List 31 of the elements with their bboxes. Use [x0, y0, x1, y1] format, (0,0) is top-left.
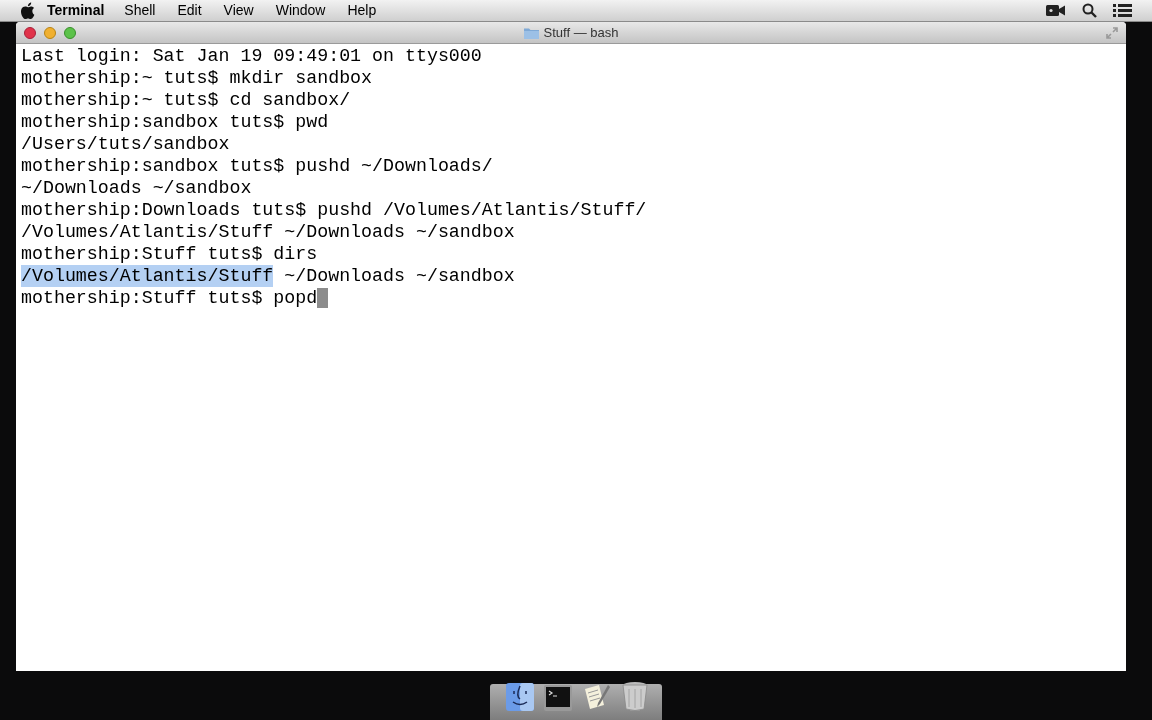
document-pen-icon[interactable]	[582, 683, 612, 711]
zoom-button[interactable]	[64, 26, 76, 39]
terminal-line: mothership:~ tuts$ cd sandbox/	[21, 89, 351, 111]
trash-icon[interactable]	[622, 681, 648, 711]
menu-app-name[interactable]: Terminal	[47, 0, 105, 21]
menu-item[interactable]: View	[223, 0, 254, 21]
terminal-line: mothership:~ tuts$ mkdir sandbox	[21, 67, 373, 89]
terminal-line: mothership:Downloads tuts$ pushd /Volumes/Atlantis/Stuff/	[21, 199, 647, 221]
terminal-line: mothership:sandbox tuts$ pwd	[21, 111, 329, 133]
terminal-line: ~/Downloads ~/sandbox	[283, 265, 515, 287]
search-icon[interactable]	[1082, 3, 1097, 18]
menu-item[interactable]: Edit	[177, 0, 202, 21]
close-button[interactable]	[24, 26, 36, 39]
menu-item[interactable]: Help	[347, 0, 377, 21]
menu-item[interactable]: Shell	[124, 0, 156, 21]
video-camera-icon[interactable]	[1046, 4, 1066, 17]
list-icon[interactable]	[1113, 3, 1132, 18]
terminal-line: ~/Downloads ~/sandbox	[21, 177, 252, 199]
terminal-line: /Users/tuts/sandbox	[21, 133, 230, 155]
finder-icon[interactable]	[506, 683, 534, 711]
terminal-icon[interactable]	[544, 685, 572, 711]
terminal-line: mothership:Stuff tuts$ dirs	[21, 243, 318, 265]
terminal-line: mothership:Stuff tuts$ popd	[21, 287, 318, 309]
terminal-line: mothership:sandbox tuts$ pushd ~/Downloads/	[21, 155, 493, 177]
terminal-line: Last login: Sat Jan 19 09:49:01 on ttys000	[21, 45, 482, 67]
folder-icon	[523, 27, 539, 39]
menu-item[interactable]: Window	[275, 0, 326, 21]
terminal-line: /Volumes/Atlantis/Stuff ~/Downloads ~/sandbox	[21, 221, 515, 243]
apple-logo-icon[interactable]	[20, 2, 35, 19]
selected-text: /Volumes/Atlantis/Stuff	[21, 265, 274, 287]
window-title: Stuff — bash	[543, 24, 619, 43]
